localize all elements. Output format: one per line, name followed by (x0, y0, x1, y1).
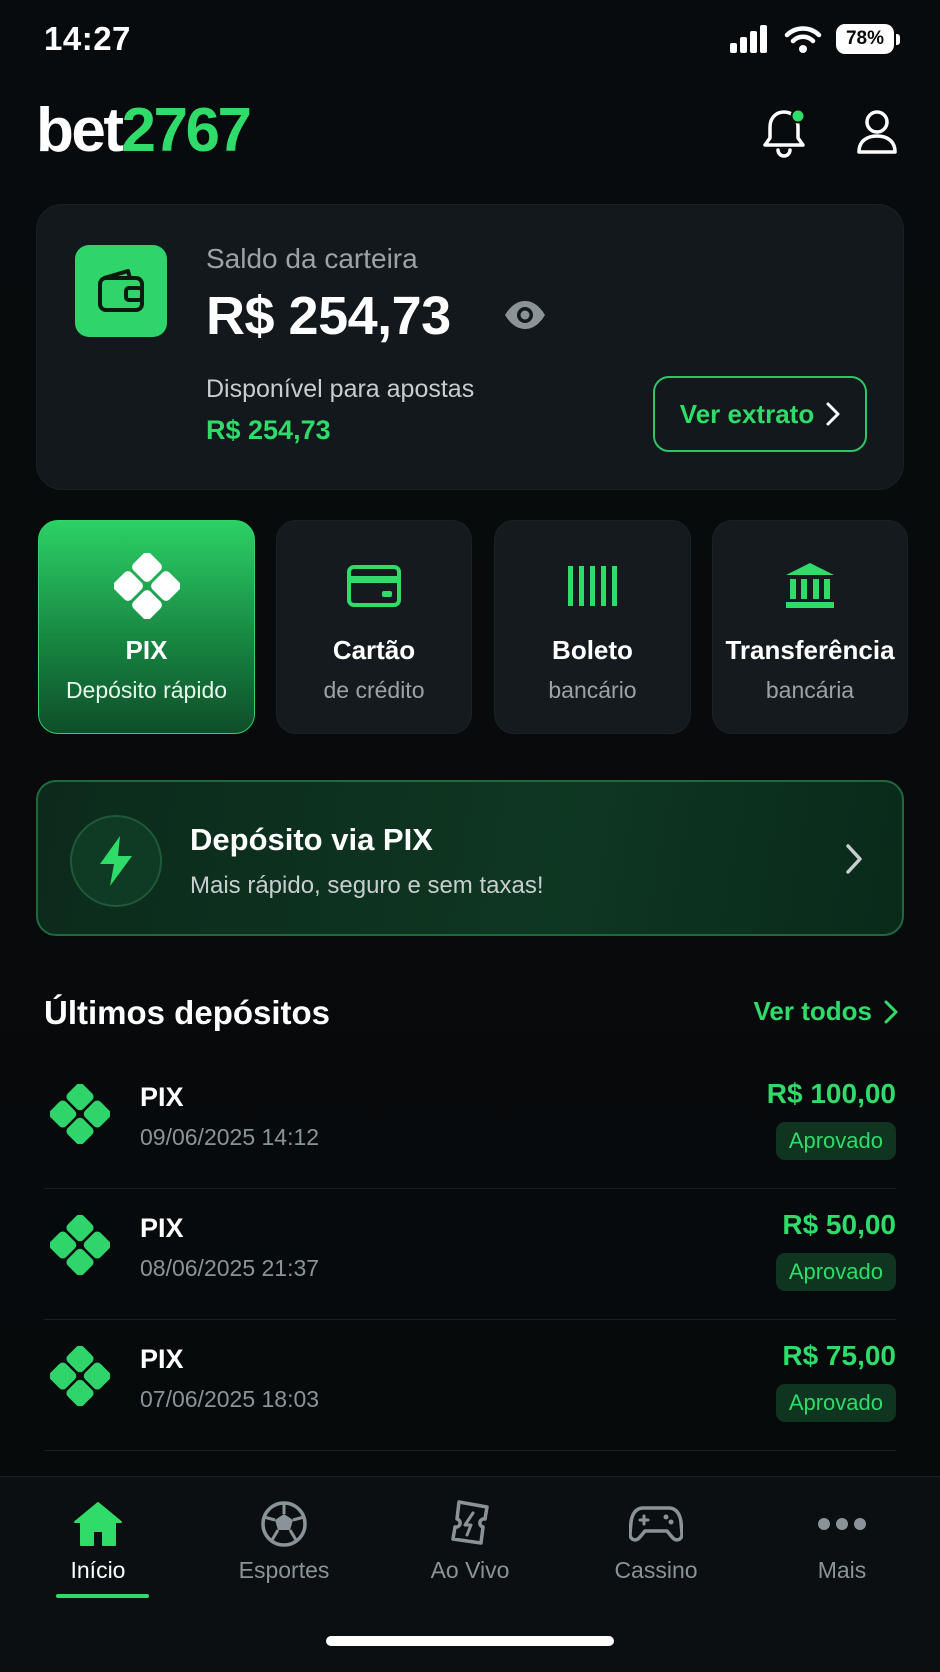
chevron-right-icon (884, 1000, 898, 1023)
deposit-method: PIX (140, 1082, 184, 1112)
pix-icon (50, 1346, 110, 1406)
home-icon (74, 1502, 122, 1546)
bolt-badge (70, 815, 162, 907)
statement-button-label: Ver extrato (679, 398, 815, 429)
wifi-icon (784, 26, 822, 53)
deposit-method: PIX (140, 1344, 184, 1374)
app-screen: 14:27 78% bet2767 Saldo da carteira R$ 2… (0, 0, 940, 1672)
status-icons: 78% (730, 24, 900, 54)
deposit-method: PIX (140, 1213, 184, 1243)
app-header: bet2767 (0, 96, 940, 166)
status-badge: Aprovado (775, 1253, 896, 1291)
barcode-icon (567, 566, 617, 606)
see-all-link[interactable]: Ver todos (754, 996, 898, 1027)
battery-level: 78% (836, 24, 894, 54)
wallet-label: Saldo da carteira (206, 243, 418, 274)
status-time: 14:27 (44, 20, 131, 57)
gamepad-icon (629, 1506, 683, 1542)
live-ticket-icon (451, 1500, 489, 1545)
method-title: Transferência (725, 635, 895, 665)
bell-icon (763, 108, 806, 158)
user-icon (857, 110, 897, 154)
method-subtitle: de crédito (323, 677, 425, 703)
recent-deposits-title: Últimos depósitos (44, 994, 331, 1031)
status-bar: 14:27 78% (0, 0, 940, 80)
home-indicator[interactable] (326, 1636, 614, 1646)
credit-card-icon (347, 565, 401, 607)
wallet-card: Saldo da carteira R$ 254,73 Disponível p… (36, 204, 904, 490)
signal-icon (730, 25, 767, 53)
deposit-amount: R$ 100,00 (766, 1078, 896, 1109)
wallet-balance: R$ 254,73 (206, 286, 451, 346)
deposit-row[interactable]: PIX 07/06/2025 18:03 R$ 75,00 Aprovado (44, 1320, 896, 1451)
deposit-list: PIX 09/06/2025 14:12 R$ 100,00 Aprovado … (44, 1058, 896, 1451)
deposit-amount: R$ 50,00 (782, 1209, 896, 1240)
method-credit-card[interactable]: Cartão de crédito (276, 520, 472, 734)
deposit-date: 09/06/2025 14:12 (140, 1124, 320, 1150)
wallet-icon-box (75, 245, 167, 337)
banner-subtitle: Mais rápido, seguro e sem taxas! (190, 872, 544, 899)
soccer-ball-icon (261, 1501, 307, 1547)
nav-more[interactable]: Mais (748, 1477, 936, 1597)
wallet-icon (98, 269, 144, 312)
deposit-row[interactable]: PIX 09/06/2025 14:12 R$ 100,00 Aprovado (44, 1058, 896, 1189)
eye-icon[interactable] (503, 297, 547, 333)
method-boleto[interactable]: Boleto bancário (494, 520, 691, 734)
nav-home[interactable]: Início (4, 1477, 192, 1598)
nav-label: Início (70, 1557, 126, 1583)
notifications-button[interactable] (756, 104, 812, 160)
nav-label: Mais (817, 1557, 867, 1583)
more-icon (818, 1518, 866, 1530)
method-pix[interactable]: PIX Depósito rápido (38, 520, 255, 734)
method-subtitle: bancária (765, 677, 855, 703)
lightning-bolt-icon (100, 836, 132, 886)
nav-label: Esportes (238, 1557, 330, 1583)
profile-button[interactable] (849, 104, 905, 160)
deposit-row[interactable]: PIX 08/06/2025 21:37 R$ 50,00 Aprovado (44, 1189, 896, 1320)
method-title: Cartão (332, 635, 416, 665)
nav-label: Ao Vivo (430, 1557, 510, 1583)
nav-live[interactable]: Ao Vivo (376, 1477, 564, 1597)
deposit-date: 07/06/2025 18:03 (140, 1386, 320, 1412)
banner-title: Depósito via PIX (190, 822, 433, 857)
method-bank-transfer[interactable]: Transferência bancária (712, 520, 908, 734)
statement-button[interactable]: Ver extrato (653, 376, 867, 452)
pix-icon (50, 1084, 110, 1144)
available-value: R$ 254,73 (206, 415, 331, 445)
pix-icon (50, 1215, 110, 1275)
available-label: Disponível para apostas (206, 375, 475, 403)
chevron-right-icon (846, 844, 862, 874)
deposit-methods: PIX Depósito rápido Cartão de crédito Bo… (0, 520, 940, 734)
see-all-label: Ver todos (753, 996, 872, 1026)
brand-logo[interactable]: bet2767 (36, 96, 252, 166)
method-title: PIX (125, 635, 168, 665)
method-title: Boleto (552, 635, 633, 665)
bank-icon (786, 563, 834, 608)
nav-sports[interactable]: Esportes (190, 1477, 378, 1597)
deposit-date: 08/06/2025 21:37 (140, 1255, 320, 1281)
active-tab-indicator (56, 1594, 149, 1598)
nav-casino[interactable]: Cassino (562, 1477, 750, 1597)
nav-label: Cassino (614, 1557, 698, 1583)
notification-dot (790, 108, 806, 124)
chevron-right-icon (826, 402, 840, 426)
deposit-amount: R$ 75,00 (782, 1340, 896, 1371)
method-subtitle: Depósito rápido (65, 677, 228, 703)
pix-deposit-banner[interactable]: Depósito via PIX Mais rápido, seguro e s… (36, 780, 904, 936)
method-subtitle: bancário (548, 677, 637, 703)
pix-icon (113, 553, 180, 619)
status-badge: Aprovado (775, 1122, 896, 1160)
battery-indicator: 78% (836, 24, 900, 54)
status-badge: Aprovado (775, 1384, 896, 1422)
